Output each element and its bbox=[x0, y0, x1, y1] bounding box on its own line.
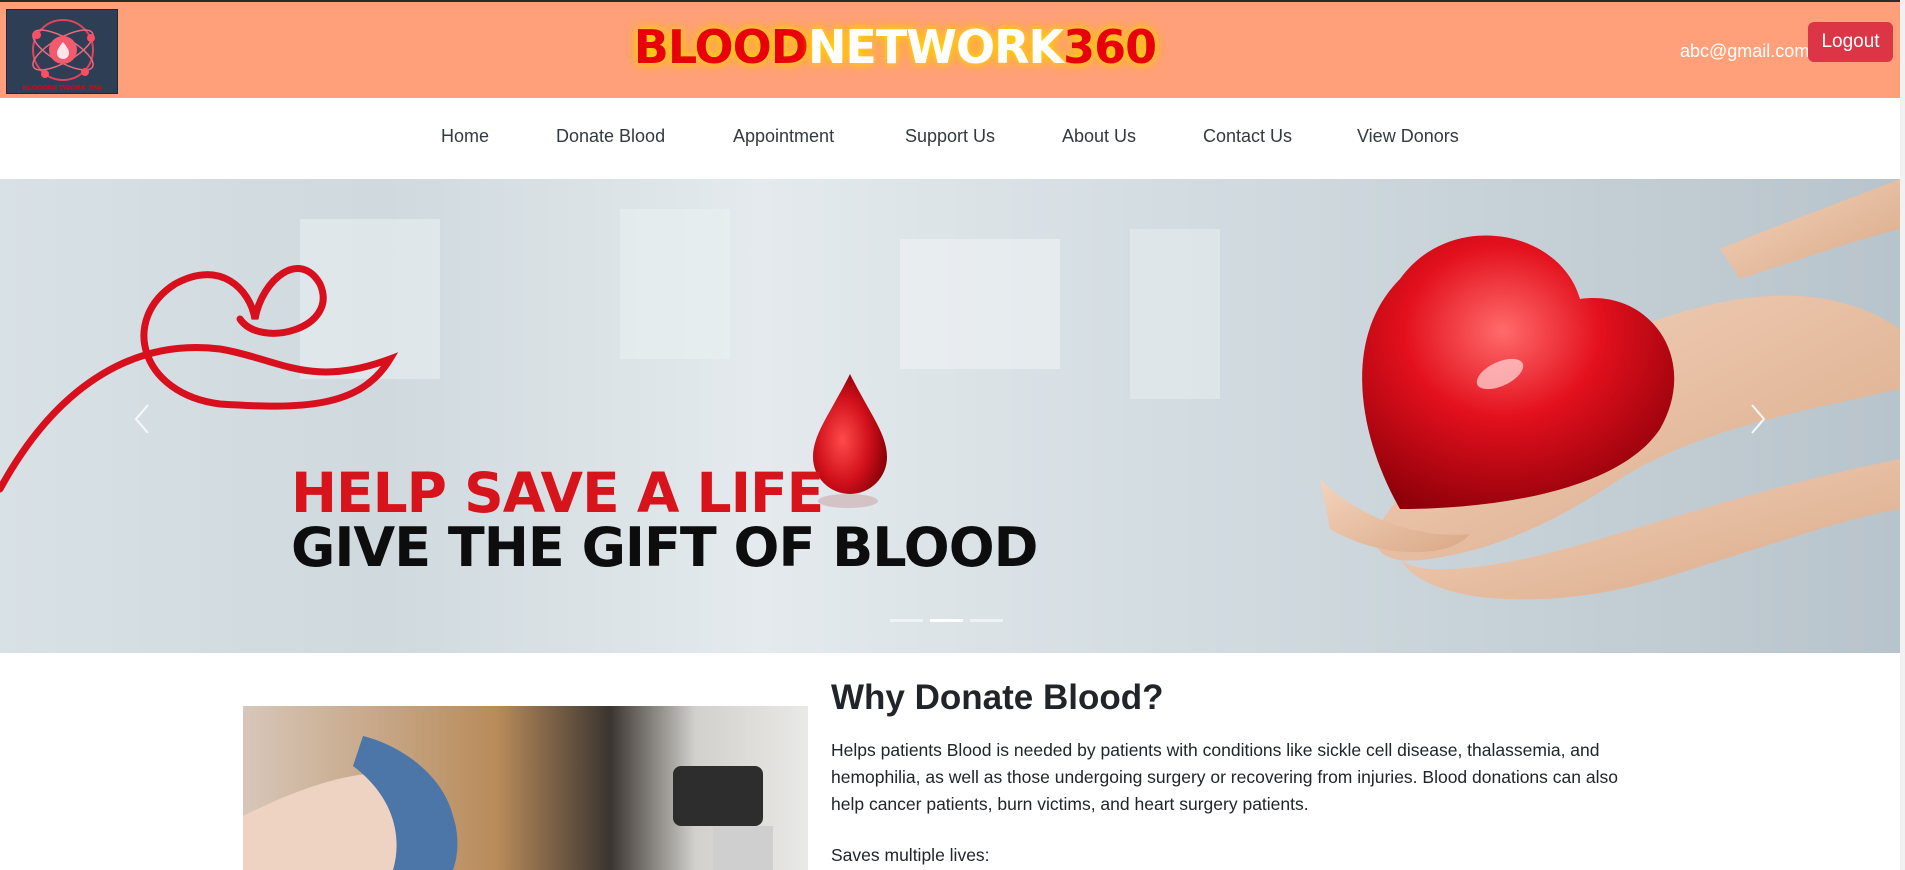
hero-subheadline: GIVE THE GIFT OF BLOOD bbox=[291, 516, 1038, 579]
logo-caption: BLOODNETWORK 360 bbox=[22, 84, 102, 92]
nav-item-view-donors[interactable]: View Donors bbox=[1357, 126, 1459, 147]
chevron-left-icon bbox=[134, 404, 149, 434]
hero-carousel[interactable]: HELP SAVE A LIFE GIVE THE GIFT OF BLOOD bbox=[0, 179, 1900, 653]
carousel-indicators bbox=[890, 619, 1003, 625]
brand-part-360: 360 bbox=[1063, 20, 1157, 74]
donation-photo-art bbox=[243, 706, 808, 870]
section-title: Why Donate Blood? bbox=[831, 678, 1164, 717]
brand-part-blood: BLOOD bbox=[633, 20, 809, 74]
nav-item-support-us[interactable]: Support Us bbox=[905, 126, 995, 147]
carousel-indicator-1[interactable] bbox=[890, 619, 923, 622]
nav-item-donate-blood[interactable]: Donate Blood bbox=[556, 126, 665, 147]
header-bar: BLOODNETWORK 360 BLOODNETWORK360 abc@gma… bbox=[0, 0, 1905, 98]
section-paragraph: Helps patients Blood is needed by patien… bbox=[831, 740, 1618, 814]
carousel-prev-button[interactable] bbox=[128, 399, 158, 439]
logout-button[interactable]: Logout bbox=[1808, 22, 1893, 62]
hero-slide-image bbox=[0, 179, 1900, 600]
nav-item-about-us[interactable]: About Us bbox=[1062, 126, 1136, 147]
main-nav: Home Donate Blood Appointment Support Us… bbox=[0, 98, 1905, 179]
carousel-indicator-3[interactable] bbox=[970, 619, 1003, 622]
section-subheading: Saves multiple lives: bbox=[831, 845, 990, 865]
donation-photo bbox=[243, 706, 808, 870]
brand-title: BLOODNETWORK360 bbox=[0, 20, 1790, 74]
user-email: abc@gmail.com bbox=[1680, 41, 1810, 61]
brand-part-network: NETWORK bbox=[807, 20, 1064, 74]
chevron-right-icon bbox=[1751, 404, 1766, 434]
page-scrollbar[interactable] bbox=[1900, 0, 1905, 870]
carousel-indicator-2[interactable] bbox=[930, 619, 963, 622]
carousel-next-button[interactable] bbox=[1742, 399, 1772, 439]
nav-item-home[interactable]: Home bbox=[441, 126, 489, 147]
nav-item-contact-us[interactable]: Contact Us bbox=[1203, 126, 1292, 147]
nav-item-appointment[interactable]: Appointment bbox=[733, 126, 834, 147]
